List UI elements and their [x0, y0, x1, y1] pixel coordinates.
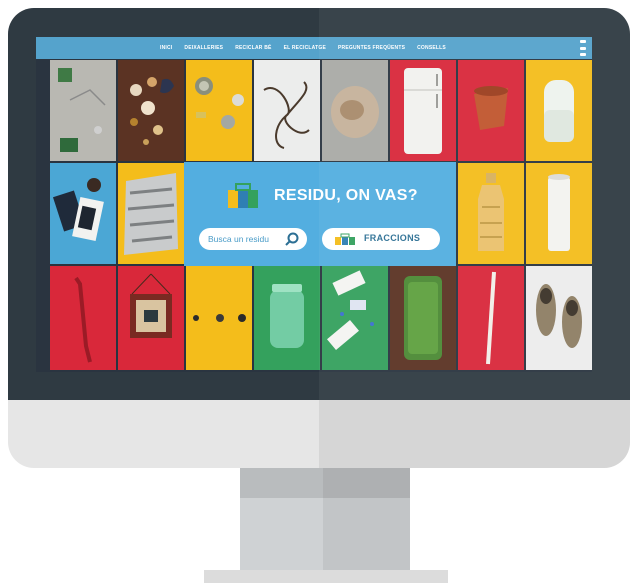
tile-fridge[interactable]: [390, 60, 456, 161]
tile-grass[interactable]: [390, 266, 456, 370]
hero-panel: RESIDU, ON VAS? Busca un residu FRACCION…: [184, 162, 456, 266]
tile-plastic-bottle[interactable]: [458, 163, 524, 264]
tile-sawdust[interactable]: [322, 60, 388, 161]
nav-item-consells[interactable]: CONSELLS: [417, 45, 446, 51]
tile-shoes[interactable]: [526, 266, 592, 370]
search-placeholder: Busca un residu: [208, 234, 269, 244]
tile-aluminium-foil[interactable]: [118, 163, 184, 264]
nav-item-el-reciclatge[interactable]: EL RECICLATGE: [284, 45, 326, 51]
tile-string[interactable]: [254, 60, 320, 161]
fractions-label: FRACCIONS: [364, 233, 421, 243]
nav-item-preguntes-frequents[interactable]: PREGUNTES FREQÜENTS: [338, 45, 405, 51]
fractions-button[interactable]: FRACCIONS: [322, 228, 440, 250]
hero-title: RESIDU, ON VAS?: [274, 187, 418, 204]
tile-food-scraps[interactable]: [118, 60, 184, 161]
tile-electronics[interactable]: [50, 60, 116, 161]
nav-item-reciclar-be[interactable]: RECICLAR BÉ: [235, 45, 271, 51]
monitor-stand-shade: [323, 468, 410, 572]
nav-item-deixalleries[interactable]: DEIXALLERIES: [184, 45, 223, 51]
search-input[interactable]: Busca un residu: [199, 228, 307, 250]
tile-stick[interactable]: [458, 266, 524, 370]
monitor-base: [204, 570, 448, 583]
menu-icon[interactable]: [580, 40, 586, 56]
nav-menu: INICI DEIXALLERIES RECICLAR BÉ EL RECICL…: [160, 37, 458, 59]
nav-item-inici[interactable]: INICI: [160, 45, 172, 51]
recycling-bins-icon: [228, 183, 258, 208]
tile-bottle-caps[interactable]: [186, 60, 252, 161]
tile-flowerpot[interactable]: [458, 60, 524, 161]
tile-straw[interactable]: [50, 266, 116, 370]
tile-glass-jar[interactable]: [254, 266, 320, 370]
top-navigation: INICI DEIXALLERIES RECICLAR BÉ EL RECICL…: [36, 37, 592, 59]
tile-lamp[interactable]: [526, 60, 592, 161]
tile-picture-frame[interactable]: [118, 266, 184, 370]
search-icon[interactable]: [285, 232, 299, 246]
tile-paper-roll[interactable]: [526, 163, 592, 264]
recycling-bins-icon: [335, 233, 355, 245]
tile-medicine[interactable]: [322, 266, 388, 370]
tile-batteries[interactable]: [186, 266, 252, 370]
website-screen: INICI DEIXALLERIES RECICLAR BÉ EL RECICL…: [36, 37, 592, 372]
tile-magazines[interactable]: [50, 163, 116, 264]
monitor-chin-shade: [319, 400, 630, 468]
